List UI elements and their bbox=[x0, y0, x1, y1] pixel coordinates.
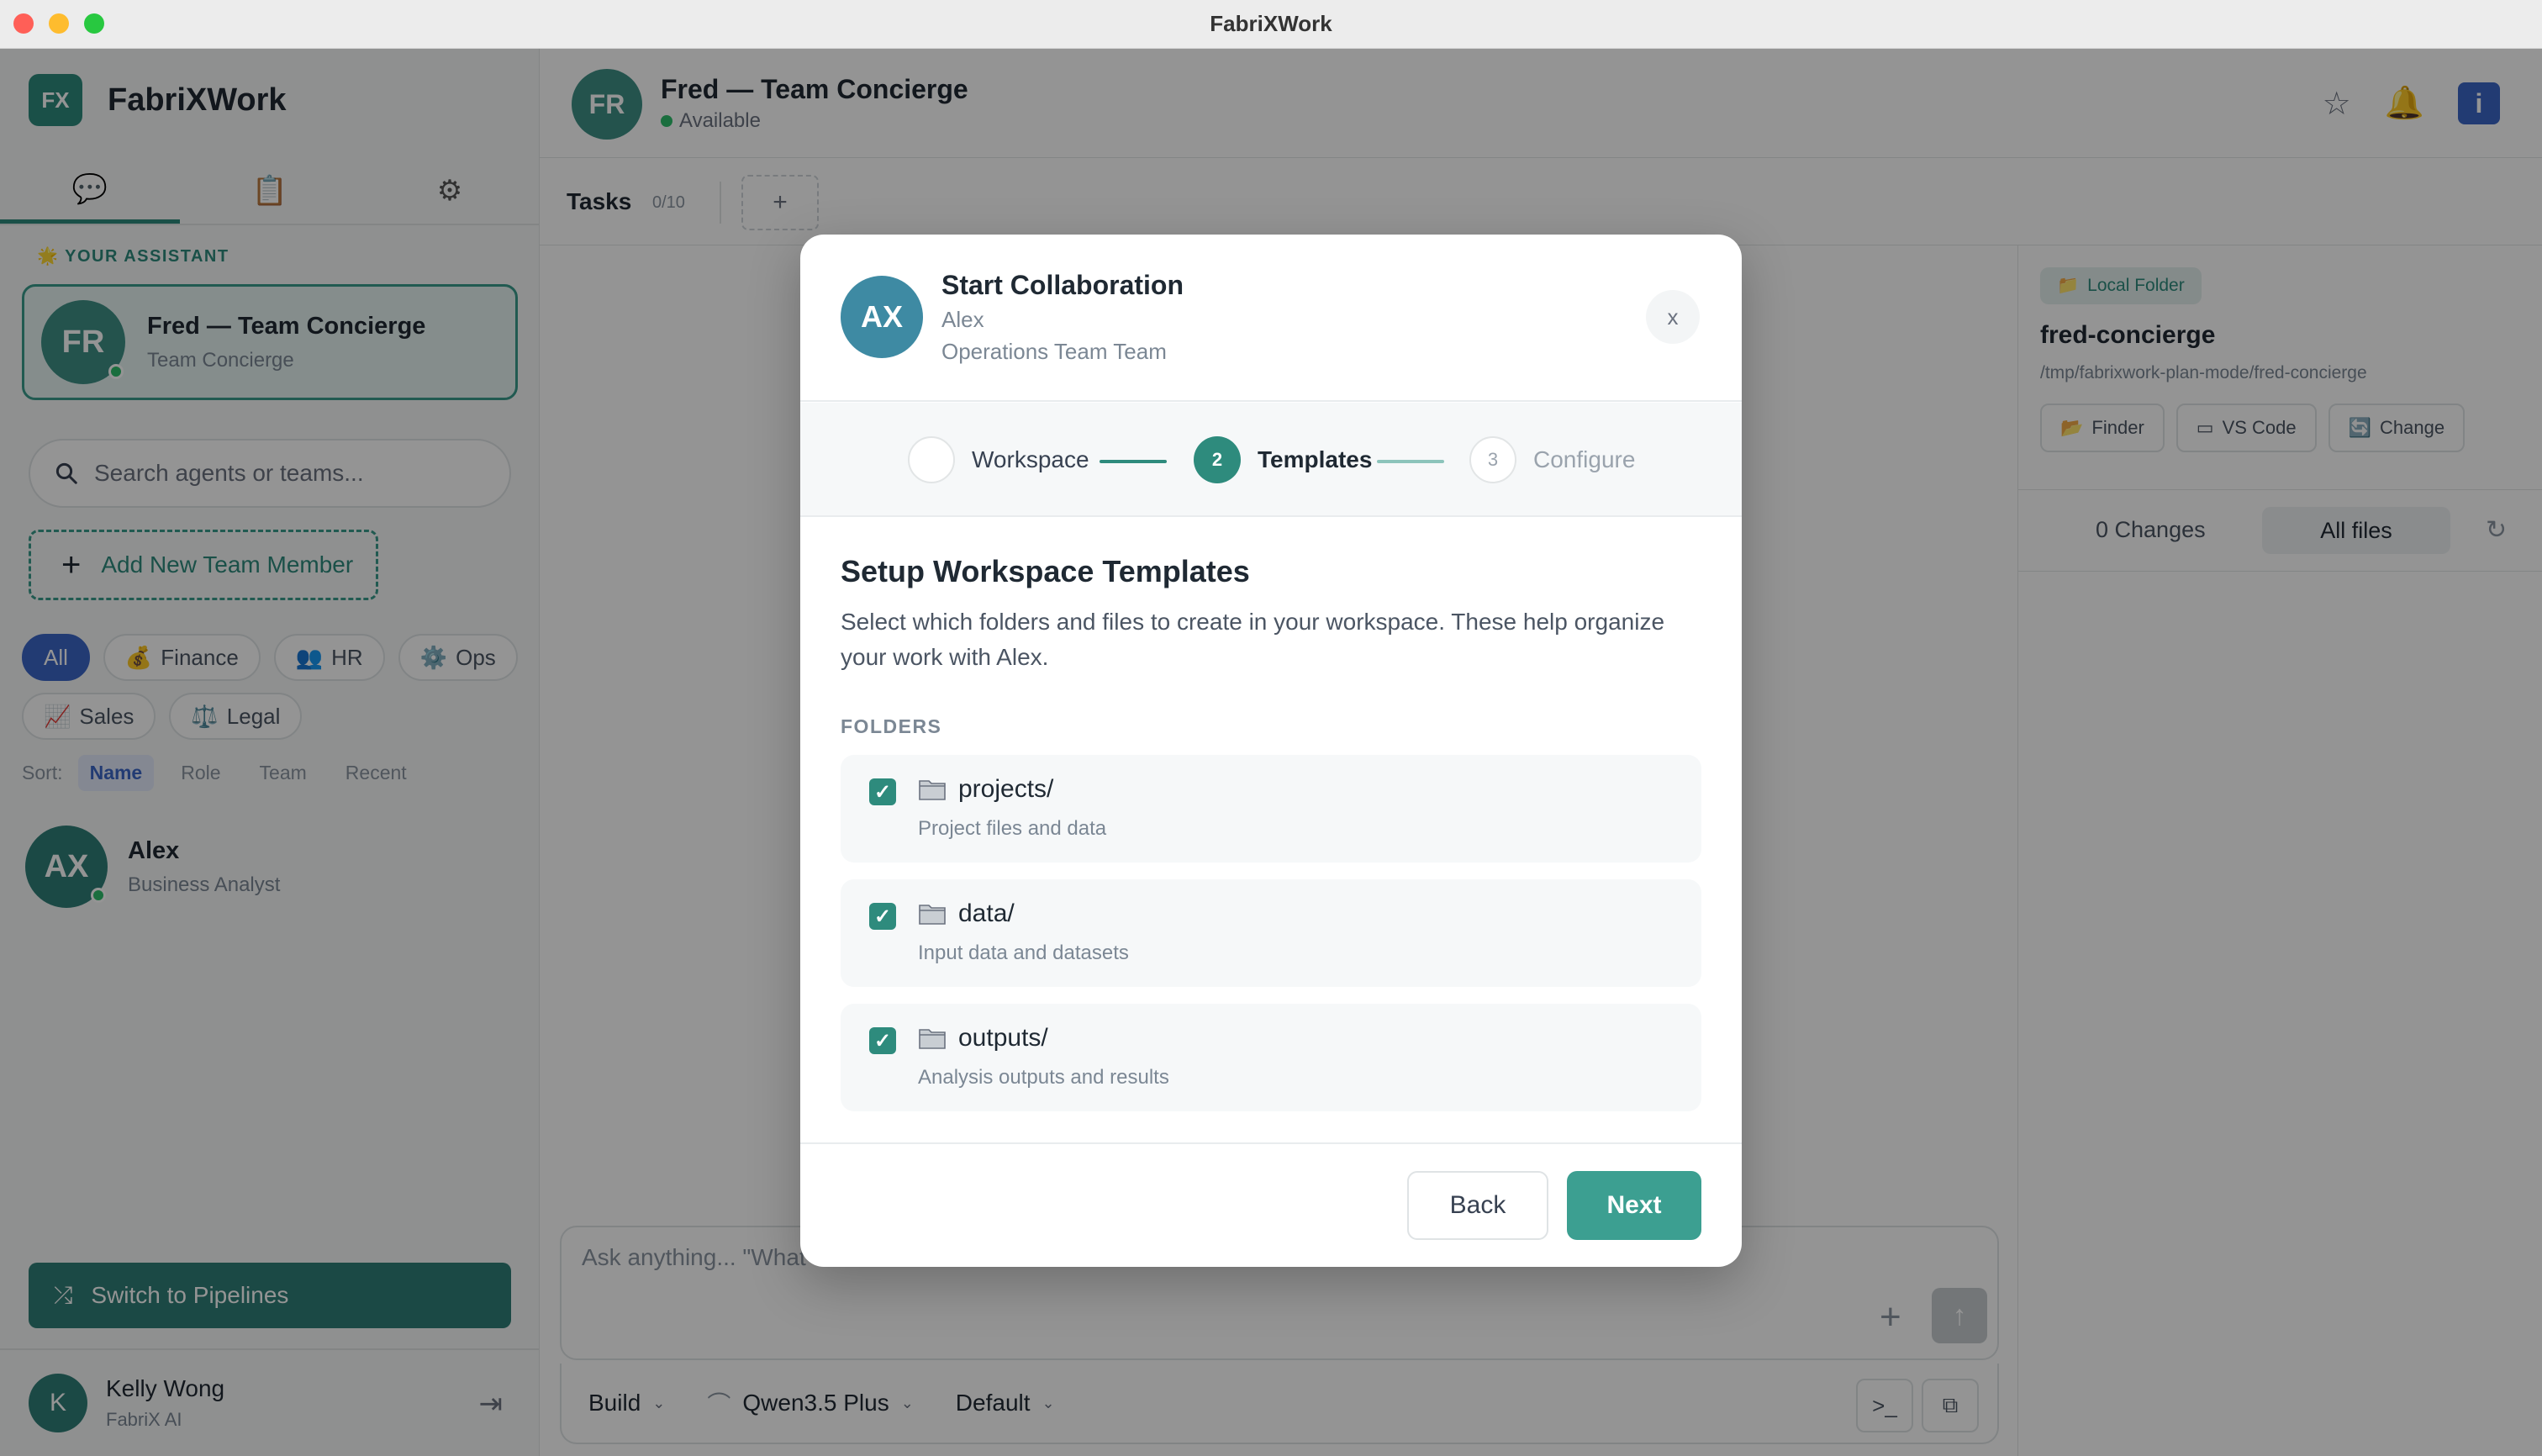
back-button[interactable]: Back bbox=[1407, 1171, 1548, 1240]
step-workspace[interactable]: Workspace bbox=[908, 436, 1089, 483]
start-collaboration-dialog: AX Start Collaboration Alex Operations T… bbox=[800, 235, 1742, 1267]
section-heading: Setup Workspace Templates bbox=[841, 554, 1250, 588]
step-configure: 3 Configure bbox=[1469, 436, 1635, 483]
close-dialog-button[interactable]: x bbox=[1646, 290, 1700, 344]
dialog-footer: Back Next bbox=[800, 1142, 1742, 1267]
avatar: AX bbox=[841, 276, 923, 358]
zoom-window-button[interactable] bbox=[84, 13, 104, 34]
window-controls bbox=[13, 13, 104, 34]
folder-name: projects/ bbox=[958, 775, 1054, 803]
folder-description: Analysis outputs and results bbox=[918, 1066, 1169, 1089]
window-title-bar: FabriXWork bbox=[0, 0, 2542, 49]
step-connector bbox=[1377, 460, 1444, 463]
folder-description: Input data and datasets bbox=[918, 942, 1129, 964]
checkbox-checked[interactable]: ✓ bbox=[869, 1027, 896, 1054]
section-description: Select which folders and files to create… bbox=[841, 609, 1665, 670]
folder-description: Project files and data bbox=[918, 817, 1107, 840]
folders-section-label: FOLDERS bbox=[841, 715, 942, 737]
stepper: Workspace 2 Templates 3 Configure bbox=[800, 403, 1742, 517]
next-button[interactable]: Next bbox=[1567, 1171, 1701, 1240]
step-label: Configure bbox=[1533, 446, 1636, 472]
folder-icon bbox=[919, 1029, 946, 1049]
folder-icon bbox=[919, 905, 946, 925]
window-title: FabriXWork bbox=[1210, 11, 1332, 36]
folder-option-projects[interactable]: ✓ projects/ Project files and data bbox=[841, 755, 1701, 863]
step-number: 3 bbox=[1469, 436, 1516, 483]
step-circle-completed bbox=[908, 436, 955, 483]
dialog-agent-name: Alex bbox=[941, 307, 984, 332]
close-icon: x bbox=[1667, 303, 1679, 330]
step-label: Templates bbox=[1258, 446, 1373, 472]
folder-icon bbox=[919, 780, 946, 800]
folder-option-outputs[interactable]: ✓ outputs/ Analysis outputs and results bbox=[841, 1004, 1701, 1111]
dialog-team-name: Operations Team Team bbox=[941, 339, 1167, 364]
close-window-button[interactable] bbox=[13, 13, 34, 34]
checkbox-checked[interactable]: ✓ bbox=[869, 778, 896, 805]
dialog-header: AX Start Collaboration Alex Operations T… bbox=[800, 235, 1742, 402]
step-number: 2 bbox=[1194, 436, 1241, 483]
dialog-title: Start Collaboration bbox=[941, 270, 1184, 300]
folder-name: outputs/ bbox=[958, 1024, 1048, 1052]
dialog-body: Setup Workspace Templates Select which f… bbox=[841, 554, 1701, 1111]
folder-option-data[interactable]: ✓ data/ Input data and datasets bbox=[841, 879, 1701, 987]
minimize-window-button[interactable] bbox=[49, 13, 69, 34]
step-templates: 2 Templates bbox=[1194, 436, 1372, 483]
folder-name: data/ bbox=[958, 899, 1015, 927]
checkbox-checked[interactable]: ✓ bbox=[869, 903, 896, 930]
step-label: Workspace bbox=[972, 446, 1089, 472]
step-connector bbox=[1100, 460, 1167, 463]
